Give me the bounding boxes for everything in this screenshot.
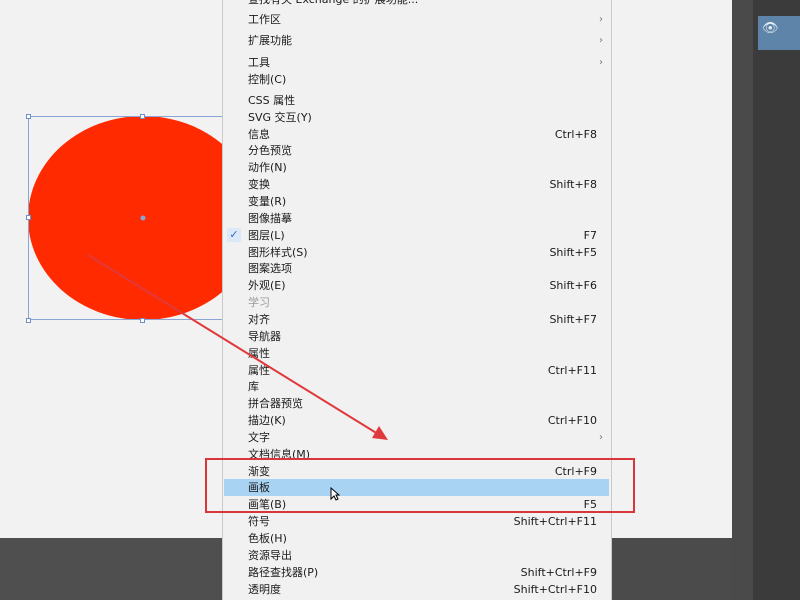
menu-item[interactable]: ✓ 图层(L) F7 <box>223 227 611 244</box>
selection-handle[interactable] <box>26 215 31 220</box>
menu-item: 学习 <box>223 294 611 311</box>
menu-item-label: 渐变 <box>248 464 270 478</box>
menu-item[interactable]: 属性 <box>223 345 611 362</box>
menu-item-shortcut: Ctrl+F10 <box>547 414 597 428</box>
menu-item-label: 学习 <box>248 296 270 310</box>
menu-item[interactable]: CSS 属性 <box>223 92 611 109</box>
menu-item-label: 工作区 <box>248 13 281 26</box>
window-menu: 查找有关 Exchange 的扩展功能... 工作区 › 扩展功能 › 工具 › 控制(C) C… <box>222 0 612 600</box>
menu-item[interactable]: 画板 <box>224 479 609 497</box>
menu-item-label: 图像描摹 <box>248 211 292 225</box>
menu-item-label: CSS 属性 <box>248 93 296 107</box>
menu-item-label: 画笔(B) <box>248 498 287 512</box>
menu-item[interactable]: 符号 Shift+Ctrl+F11 <box>223 513 611 530</box>
checkmark-icon: ✓ <box>227 227 241 242</box>
menu-item[interactable]: 描边(K) Ctrl+F10 <box>223 412 611 429</box>
menu-item-label: 属性 <box>248 363 270 377</box>
eye-icon[interactable]: 👁 <box>762 22 779 36</box>
menu-item-label: 描边(K) <box>248 414 286 428</box>
menu-item-label: 变量(R) <box>248 195 287 208</box>
menu-item-label: 导航器 <box>248 329 281 343</box>
menu-item[interactable]: SVG 交互(Y) <box>223 109 611 126</box>
menu-item-label: 控制(C) <box>248 72 287 86</box>
menu-item[interactable]: 信息 Ctrl+F8 <box>223 126 611 143</box>
menu-item[interactable]: 扩展功能 › <box>223 32 611 49</box>
mouse-cursor-icon <box>330 487 340 501</box>
menu-item[interactable]: 工具 › <box>223 54 611 71</box>
menu-item[interactable]: 拼合器预览 <box>223 395 611 412</box>
menu-item[interactable]: 属性 Ctrl+F11 <box>223 362 611 379</box>
menu-item[interactable]: 导航器 <box>223 328 611 345</box>
menu-item-label: 属性 <box>248 346 270 360</box>
menu-item-label: 图案选项 <box>248 262 292 276</box>
submenu-arrow-icon: › <box>599 35 603 47</box>
menu-item[interactable]: 透明度 Shift+Ctrl+F10 <box>223 581 611 598</box>
menu-item-shortcut: Shift+F5 <box>549 245 597 259</box>
menu-item[interactable]: 库 <box>223 378 611 395</box>
menu-item[interactable]: 图像描摹 <box>223 210 611 227</box>
menu-item[interactable]: 对齐 Shift+F7 <box>223 311 611 328</box>
layers-panel <box>753 0 800 600</box>
menu-item-label: 外观(E) <box>248 279 286 293</box>
menu-item-shortcut: Shift+F6 <box>549 279 597 293</box>
menu-item-label: 透明度 <box>248 582 281 596</box>
menu-item-label: 文字 <box>248 430 270 444</box>
menu-item-label: 扩展功能 <box>248 34 292 48</box>
menu-item[interactable]: 变换 Shift+F8 <box>223 176 611 193</box>
menu-item[interactable]: 动作(N) <box>223 159 611 176</box>
menu-item-label: 资源导出 <box>248 548 292 562</box>
menu-item[interactable]: 控制(C) <box>223 71 611 88</box>
menu-item-shortcut: F7 <box>583 228 597 242</box>
menu-item-label: 图层(L) <box>248 228 285 242</box>
menu-item-shortcut: F5 <box>583 498 597 512</box>
selection-bounding-box <box>28 116 254 320</box>
selection-handle[interactable] <box>140 114 145 119</box>
menu-item-label: 查找有关 Exchange 的扩展功能... <box>248 0 418 8</box>
menu-item-label: 画板 <box>248 481 270 495</box>
menu-item[interactable]: 工作区 › <box>223 11 611 28</box>
submenu-arrow-icon: › <box>599 14 603 25</box>
menu-item-label: 图形样式(S) <box>248 245 308 259</box>
menu-item[interactable]: 变量(R) <box>223 193 611 210</box>
scratch-area-left <box>0 538 222 600</box>
menu-item-shortcut: Ctrl+F11 <box>547 363 597 377</box>
menu-item[interactable]: 外观(E) Shift+F6 <box>223 277 611 294</box>
selection-handle[interactable] <box>26 114 31 119</box>
submenu-arrow-icon: › <box>599 56 603 68</box>
submenu-arrow-icon: › <box>599 431 603 443</box>
menu-item[interactable]: 文字 › <box>223 429 611 446</box>
menu-item[interactable]: 文档信息(M) <box>223 446 611 463</box>
menu-item-label: 对齐 <box>248 312 270 326</box>
menu-item-label: 变换 <box>248 178 270 192</box>
selection-handle[interactable] <box>140 318 145 323</box>
menu-item[interactable]: 路径查找器(P) Shift+Ctrl+F9 <box>223 564 611 581</box>
menu-item-label: 拼合器预览 <box>248 397 303 411</box>
selection-handle[interactable] <box>26 318 31 323</box>
menu-item-label: 库 <box>248 380 259 394</box>
menu-item[interactable]: 画笔(B) F5 <box>223 496 611 513</box>
menu-item[interactable]: 资源导出 <box>223 547 611 564</box>
menu-item-shortcut: Shift+F8 <box>549 178 597 192</box>
menu-item-label: 动作(N) <box>248 161 287 175</box>
menu-item[interactable]: 图形样式(S) Shift+F5 <box>223 244 611 261</box>
menu-item[interactable]: 色板(H) <box>223 530 611 547</box>
menu-item-label: 工具 <box>248 55 270 69</box>
menu-item[interactable]: 渐变 Ctrl+F9 <box>223 463 611 480</box>
menu-item-label: 色板(H) <box>248 532 287 545</box>
menu-item-shortcut: Ctrl+F9 <box>554 464 597 478</box>
menu-item-shortcut: Shift+Ctrl+F10 <box>513 582 597 596</box>
menu-item-shortcut: Shift+Ctrl+F9 <box>520 565 597 579</box>
menu-item-label: 文档信息(M) <box>248 447 311 461</box>
menu-item-label: SVG 交互(Y) <box>248 110 312 124</box>
menu-item-shortcut: Shift+F7 <box>549 312 597 326</box>
menu-item-label: 路径查找器(P) <box>248 565 319 579</box>
menu-item-shortcut: Shift+Ctrl+F11 <box>513 515 597 529</box>
menu-item-label: 信息 <box>248 127 270 141</box>
menu-item-label: 符号 <box>248 515 270 529</box>
menu-item-label: 分色预览 <box>248 144 292 158</box>
menu-item[interactable]: 分色预览 <box>223 142 611 159</box>
menu-item[interactable]: 图案选项 <box>223 260 611 277</box>
menu-item-shortcut: Ctrl+F8 <box>554 127 597 141</box>
